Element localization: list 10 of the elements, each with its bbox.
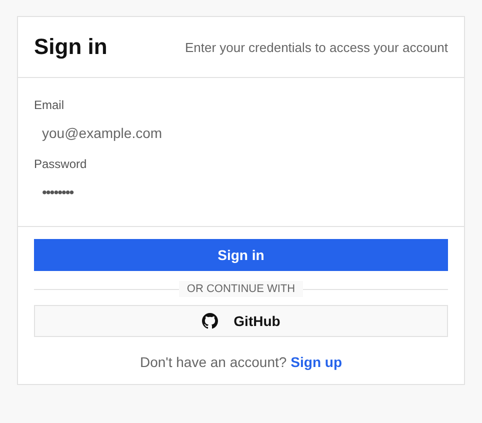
signup-prompt: Don't have an account? — [140, 354, 287, 370]
field-label: Password — [34, 157, 88, 171]
sign-up-link[interactable]: Sign up — [290, 354, 342, 370]
card-subtitle: Enter your credentials to access your account — [184, 40, 448, 54]
card-title: Sign in — [34, 34, 108, 60]
provider-button[interactable]: GitHub — [34, 305, 448, 337]
divider-label: OR CONTINUE WITH — [178, 281, 304, 297]
sign-in-button[interactable]: Sign in — [34, 239, 448, 271]
field-label: Email — [34, 98, 66, 112]
logo-icon — [202, 313, 218, 329]
